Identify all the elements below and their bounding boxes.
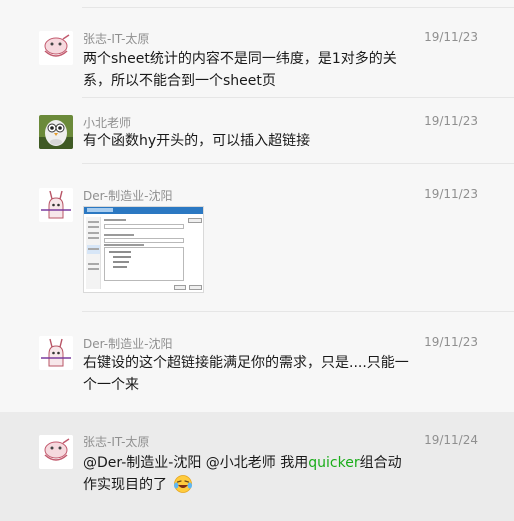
message-text-line2: 作实现目的了 <box>83 477 167 493</box>
thumb-left-pane <box>86 217 101 289</box>
laughing-crying-emoji-icon <box>173 474 193 494</box>
message-line: 右键设的这个超链接能满足你的需求，只是....只能一 <box>83 355 409 371</box>
mention-text: @Der-制造业-沈阳 @小北老师 我用 <box>83 455 309 471</box>
thumb-titlebar <box>84 207 203 214</box>
thumb-list <box>104 247 184 281</box>
message-text: 两个sheet统计的内容不是同一纬度，是1对多的关 系，所以不能合到一个shee… <box>83 48 423 92</box>
sender-name: 小北老师 <box>83 116 132 130</box>
sender-name: 张志-IT-太原 <box>83 435 150 449</box>
message-divider <box>82 97 514 98</box>
sender-name: 张志-IT-太原 <box>83 32 150 46</box>
message-time: 19/11/24 <box>424 433 478 447</box>
message-time: 19/11/23 <box>424 335 478 349</box>
message-text: 右键设的这个超链接能满足你的需求，只是....只能一 个一个来 <box>83 352 423 396</box>
message-line: 作实现目的了 <box>83 474 423 496</box>
message-4: Der-制造业-沈阳 19/11/23 右键设的这个超链接能满足你的需求，只是.… <box>0 334 514 412</box>
message-divider <box>82 163 514 164</box>
avatar-zhangzhi[interactable] <box>39 435 73 469</box>
message-time: 19/11/23 <box>424 187 478 201</box>
message-3: Der-制造业-沈阳 19/11/23 <box>0 186 514 312</box>
message-text: 有个函数hy开头的，可以插入超链接 <box>83 130 423 152</box>
avatar-der[interactable] <box>39 336 73 370</box>
message-2: 小北老师 19/11/23 有个函数hy开头的，可以插入超链接 <box>0 112 514 172</box>
message-line: 两个sheet统计的内容不是同一纬度，是1对多的关 <box>83 51 397 67</box>
message-text-tail: 组合动 <box>359 455 402 471</box>
message-line: 个一个来 <box>83 377 139 393</box>
message-1: 张志-IT-太原 19/11/23 两个sheet统计的内容不是同一纬度，是1对… <box>0 26 514 106</box>
avatar-xiaobei[interactable] <box>39 115 73 149</box>
message-line: 有个函数hy开头的，可以插入超链接 <box>83 133 311 149</box>
thumb-field <box>104 224 184 229</box>
message-time: 19/11/23 <box>424 114 478 128</box>
sender-name: Der-制造业-沈阳 <box>83 189 173 203</box>
message-line: 系，所以不能合到一个sheet页 <box>83 73 276 89</box>
image-attachment[interactable] <box>83 206 204 293</box>
avatar-zhangzhi[interactable] <box>39 31 73 65</box>
sender-name: Der-制造业-沈阳 <box>83 337 173 351</box>
message-line: @Der-制造业-沈阳 @小北老师 我用quicker组合动 <box>83 452 423 474</box>
message-divider <box>82 311 514 312</box>
top-divider <box>82 7 514 8</box>
quicker-keyword[interactable]: quicker <box>308 455 359 471</box>
message-5-highlighted: 张志-IT-太原 19/11/24 @Der-制造业-沈阳 @小北老师 我用qu… <box>0 412 514 521</box>
thumb-field <box>104 238 184 243</box>
message-time: 19/11/23 <box>424 30 478 44</box>
message-text: @Der-制造业-沈阳 @小北老师 我用quicker组合动 作实现目的了 <box>83 452 423 496</box>
avatar-der[interactable] <box>39 188 73 222</box>
